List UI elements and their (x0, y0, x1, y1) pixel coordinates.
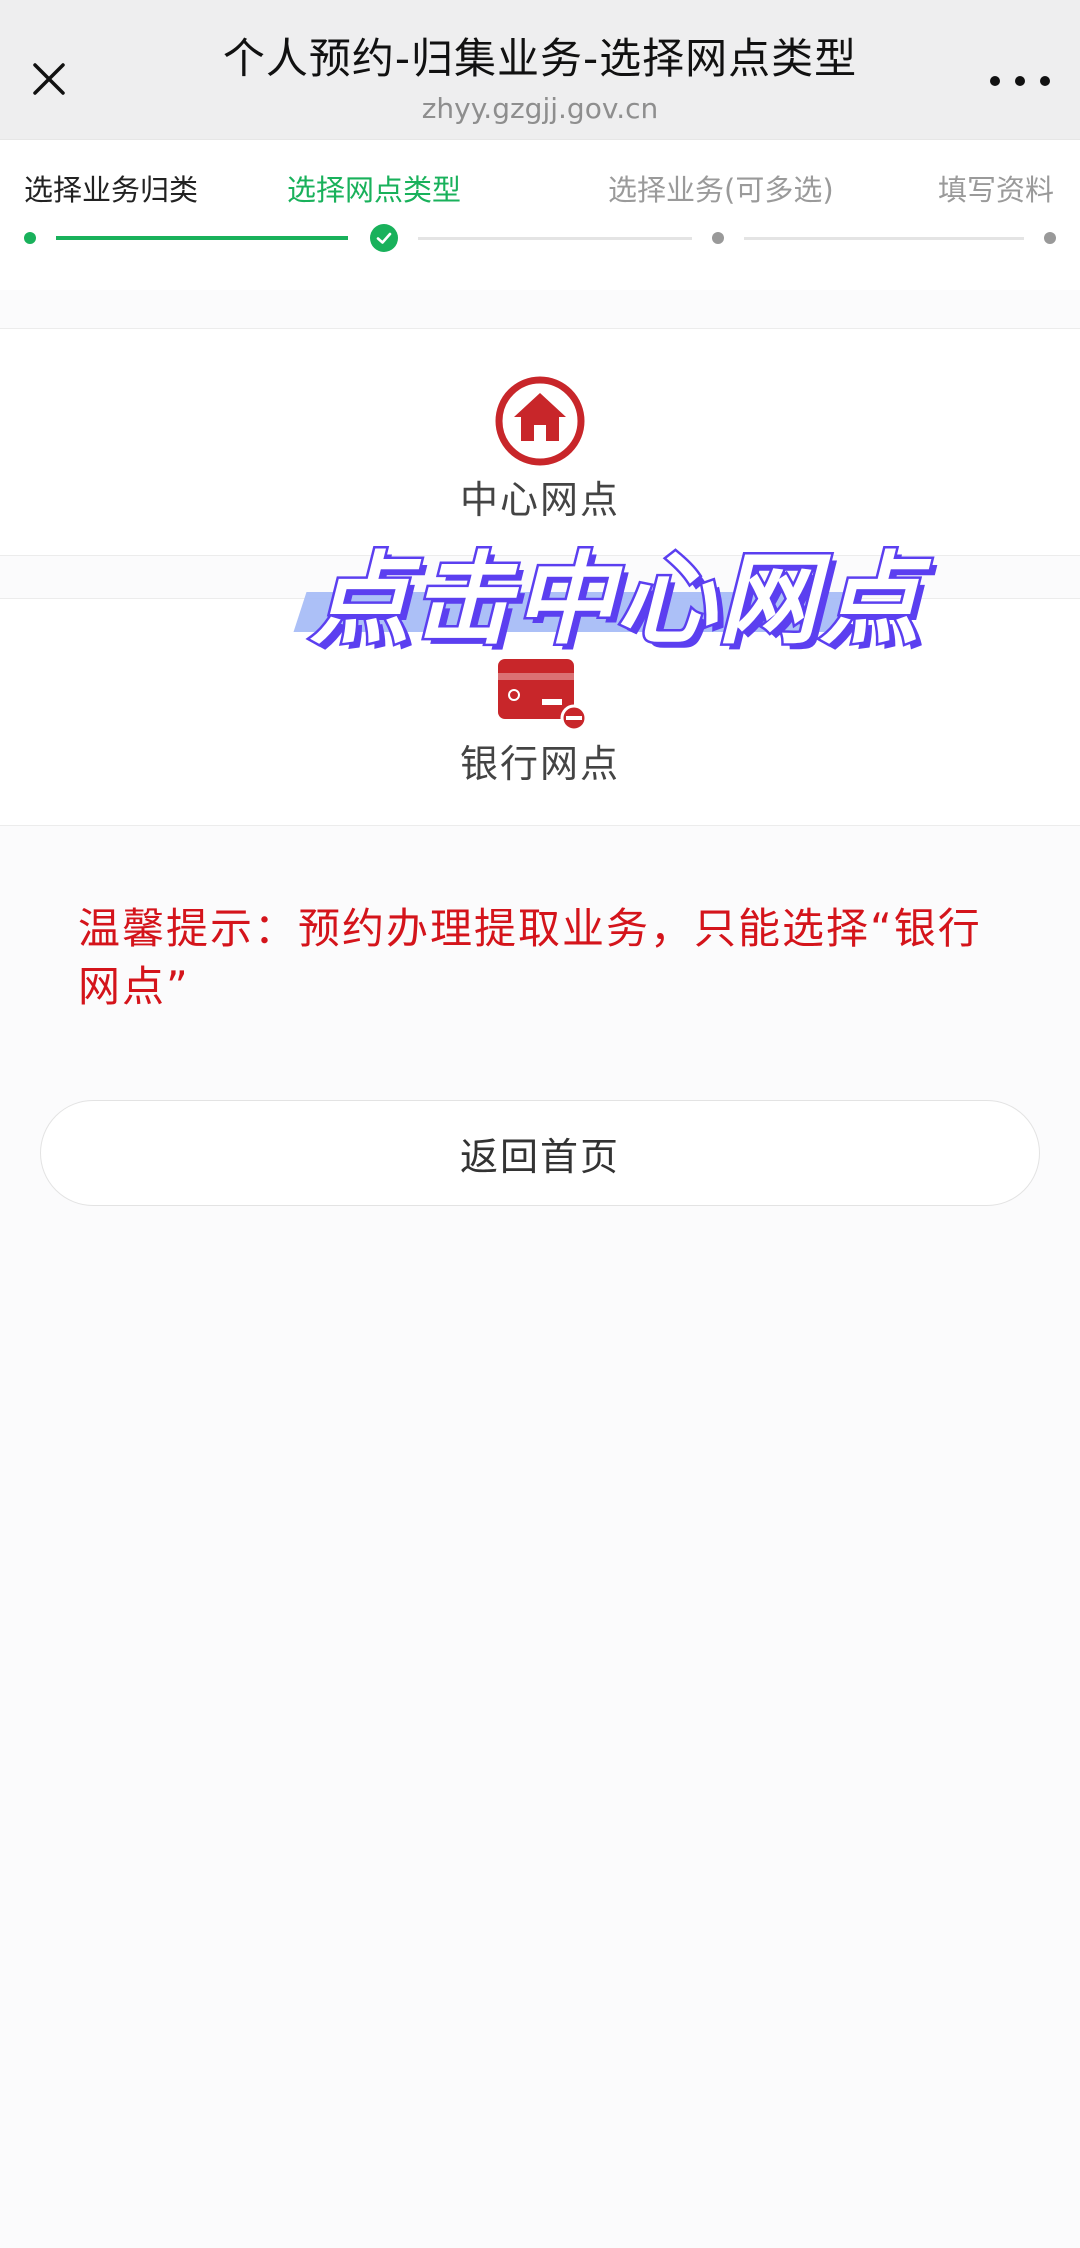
center-branch-label: 中心网点 (459, 478, 620, 522)
overlay-caption: 点击中心网点 (293, 539, 923, 661)
browser-header: 个人预约-归集业务-选择网点类型 zhyy.gzgjj.gov.cn (0, 0, 1080, 140)
step-3-dot (712, 232, 724, 244)
step-4-dot (1044, 232, 1056, 244)
page-url: zhyy.gzgjj.gov.cn (421, 92, 659, 125)
step-line-pending (418, 237, 692, 240)
overlay-caption-text: 点击中心网点 (308, 539, 923, 661)
center-branch-option[interactable]: 中心网点 (0, 328, 1080, 556)
bank-branch-label: 银行网点 (459, 742, 620, 786)
more-dots-icon (990, 76, 1000, 86)
step-3-label: 选择业务(可多选) (608, 173, 834, 207)
warm-tip-text: 温馨提示：预约办理提取业务，只能选择“银行网点” (78, 904, 982, 1011)
step-2-check-icon (370, 224, 398, 252)
step-2-label: 选择网点类型 (287, 173, 462, 207)
progress-steps: 选择业务归类 选择网点类型 选择业务(可多选) 填写资料 (0, 140, 1080, 290)
step-line-done (56, 236, 348, 240)
close-button[interactable] (26, 56, 72, 102)
more-options-button[interactable] (990, 66, 1050, 96)
return-home-button[interactable]: 返回首页 (40, 1100, 1040, 1206)
page-title: 个人预约-归集业务-选择网点类型 (222, 34, 858, 83)
home-icon (495, 376, 585, 466)
step-1-label: 选择业务归类 (24, 173, 199, 207)
step-4-label: 填写资料 (938, 173, 1055, 207)
close-icon (33, 63, 65, 95)
more-dot (1040, 76, 1050, 86)
step-1-dot (24, 232, 36, 244)
more-dot (1015, 76, 1025, 86)
bank-card-icon (498, 659, 586, 732)
step-line-pending (744, 237, 1024, 240)
